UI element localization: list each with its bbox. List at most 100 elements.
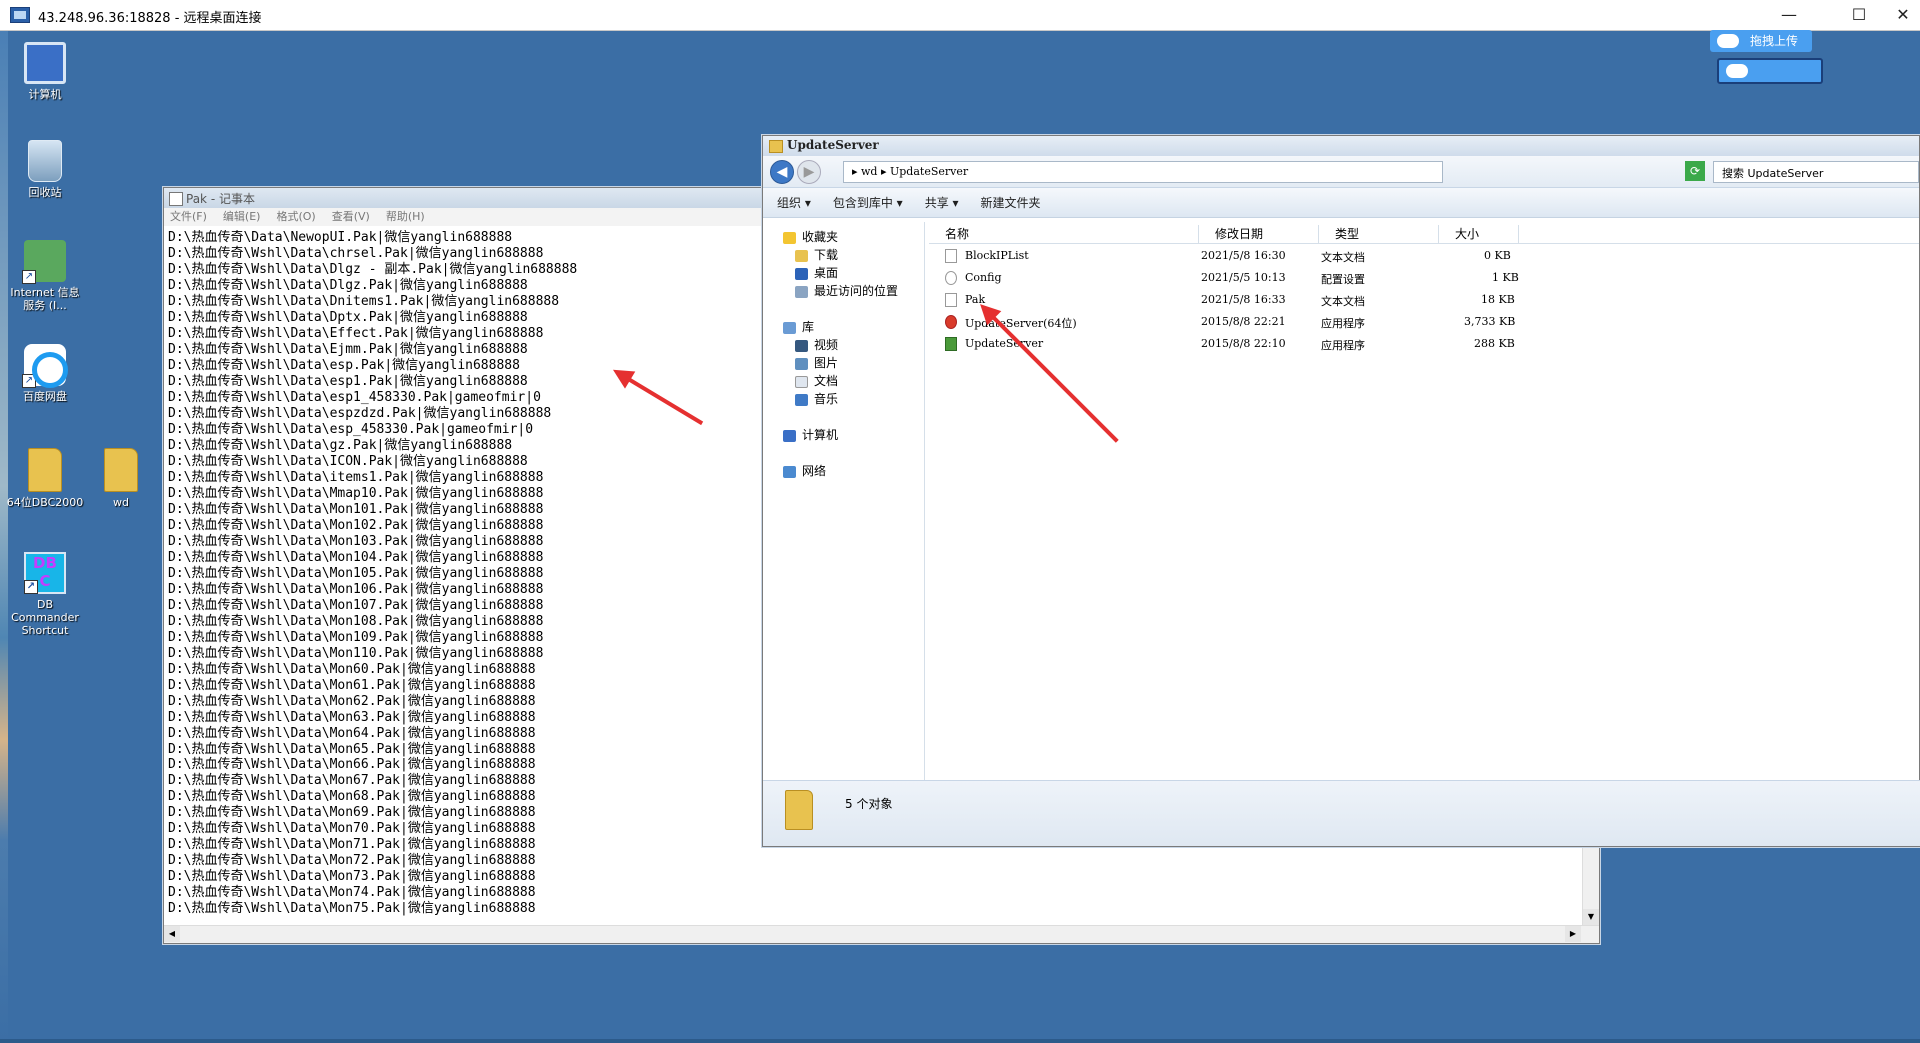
file-size: 1 KB [1492,271,1519,284]
desktop-icon-recycle-bin[interactable]: 回收站 [6,140,84,199]
column-date-modified[interactable]: 修改日期 [1199,225,1319,243]
menu-edit[interactable]: 编辑(E) [223,208,261,226]
status-item-count: 5 个对象 [845,797,893,811]
desktop-icon-folder-dbc2000[interactable]: 64位DBC2000 [6,448,84,509]
star-icon [783,231,796,244]
file-row[interactable]: UpdateServer(64位) 2015/8/8 22:21 应用程序 3,… [929,312,1529,332]
baidu-drop-zone[interactable] [1717,58,1823,84]
file-row[interactable]: Pak 2021/5/8 16:33 文本文档 18 KB [929,290,1529,310]
computer-icon [783,429,796,442]
nav-desktop[interactable]: 桌面 [795,264,838,282]
scroll-left-arrow-icon[interactable]: ◀ [164,926,180,942]
desktop-icon-folder-wd[interactable]: wd [82,448,160,509]
recycle-bin-icon [28,140,62,182]
desktop-icon-computer[interactable]: 计算机 [6,42,84,101]
notepad-horizontal-scrollbar[interactable]: ◀ ▶ [164,925,1599,943]
baidu-cloud-icon [1717,34,1739,48]
rdp-title-bar: 43.248.96.36:18828 - 远程桌面连接 — ☐ ✕ [0,0,1920,31]
rdp-app-icon [10,7,30,23]
library-icon [783,321,796,334]
nav-favorites[interactable]: 收藏夹 [783,228,838,246]
folder-icon [104,448,138,492]
file-size: 288 KB [1474,337,1515,350]
explorer-window: UpdateServer ◀ ▶ ▸ wd ▸ UpdateServer ⟳ 搜… [762,135,1920,847]
explorer-navigation-pane: 收藏夹 下载 桌面 最近访问的位置 库 视频 图片 文档 音乐 计算机 网络 [765,222,925,782]
file-list-header: 名称 修改日期 类型 大小 [929,222,1919,244]
nav-pictures[interactable]: 图片 [795,354,838,372]
desktop-icon-label: Internet 信息服务 (I... [10,286,80,312]
file-size: 0 KB [1484,249,1511,262]
nav-downloads[interactable]: 下载 [795,246,838,264]
address-path[interactable]: ▸ wd ▸ UpdateServer [843,161,1443,183]
share-button[interactable]: 共享 ▾ [925,194,959,211]
notepad-line: D:\热血传奇\Wshl\Data\Mon72.Pak|微信yanglin688… [168,853,536,869]
column-type[interactable]: 类型 [1319,225,1439,243]
desktop-icon-baidu-netdisk[interactable]: ↗ 百度网盘 [6,344,84,403]
desktop-icon-label: 计算机 [28,88,62,101]
desktop-icon-db-commander[interactable]: DB C ↗ DB Commander Shortcut [6,552,84,637]
nav-music[interactable]: 音乐 [795,390,838,408]
nav-libraries[interactable]: 库 [783,318,814,336]
nav-network[interactable]: 网络 [783,462,826,480]
organize-button[interactable]: 组织 ▾ [777,194,811,211]
search-input[interactable]: 搜索 UpdateServer [1713,161,1919,183]
explorer-address-bar: ◀ ▶ ▸ wd ▸ UpdateServer ⟳ 搜索 UpdateServe… [763,156,1919,188]
file-date: 2021/5/8 16:33 [1201,293,1286,306]
menu-format[interactable]: 格式(O) [276,208,315,226]
new-folder-button[interactable]: 新建文件夹 [981,194,1041,211]
nav-label: 文档 [814,374,839,388]
menu-help[interactable]: 帮助(H) [386,208,425,226]
explorer-status-bar: 5 个对象 [763,780,1920,846]
column-size[interactable]: 大小 [1439,225,1519,243]
db-commander-icon: DB C ↗ [24,552,66,594]
video-icon [795,339,808,352]
rdp-close-button[interactable]: ✕ [1880,3,1920,27]
explorer-title-bar[interactable]: UpdateServer [763,136,1919,156]
file-size: 3,733 KB [1464,315,1516,328]
include-in-library-button[interactable]: 包含到库中 ▾ [833,194,903,211]
desktop-icon-iis[interactable]: ↗ Internet 信息服务 (I... [6,240,84,312]
folder-icon [28,448,62,492]
nav-label: 最近访问的位置 [814,284,899,298]
file-type: 应用程序 [1321,317,1365,330]
scroll-right-arrow-icon[interactable]: ▶ [1565,926,1581,942]
desktop-icon-label: DB Commander Shortcut [11,598,79,637]
rdp-title: 43.248.96.36:18828 - 远程桌面连接 [38,11,262,26]
file-row[interactable]: BlockIPList 2021/5/8 16:30 文本文档 0 KB [929,246,1529,266]
nav-videos[interactable]: 视频 [795,336,838,354]
text-file-icon [945,249,957,263]
baidu-upload-button[interactable]: 拖拽上传 [1710,30,1812,52]
notepad-line: D:\热血传奇\Wshl\Data\Mon74.Pak|微信yanglin688… [168,885,536,901]
rdp-maximize-button[interactable]: ☐ [1836,3,1882,27]
desktop-icon-label: 64位DBC2000 [6,496,84,509]
file-type: 应用程序 [1321,339,1365,352]
nav-computer[interactable]: 计算机 [783,426,838,444]
file-row[interactable]: Config 2021/5/5 10:13 配置设置 1 KB [929,268,1529,288]
desktop-icon-label: 回收站 [28,186,62,199]
explorer-command-bar: 组织 ▾ 包含到库中 ▾ 共享 ▾ 新建文件夹 [763,188,1919,218]
forward-arrow-icon[interactable]: ▶ [797,160,821,184]
file-date: 2015/8/8 22:21 [1201,315,1286,328]
nav-recent-places[interactable]: 最近访问的位置 [795,282,898,300]
baidu-netdisk-icon: ↗ [22,344,68,388]
menu-file[interactable]: 文件(F) [170,208,207,226]
document-icon [795,375,808,388]
nav-label: 图片 [814,356,839,370]
nav-label: 视频 [814,338,839,352]
back-arrow-icon[interactable]: ◀ [770,160,794,184]
nav-label: 下载 [814,248,839,262]
iis-icon: ↗ [22,240,66,284]
nav-label: 计算机 [802,428,839,442]
scroll-down-arrow-icon[interactable]: ▼ [1583,909,1599,925]
recent-places-icon [795,285,808,298]
desktop-icon-label: 百度网盘 [23,390,67,403]
nav-documents[interactable]: 文档 [795,372,838,390]
file-type: 文本文档 [1321,251,1365,264]
network-icon [783,465,796,478]
refresh-icon[interactable]: ⟳ [1685,161,1705,181]
menu-view[interactable]: 查看(V) [332,208,370,226]
column-name[interactable]: 名称 [929,225,1199,243]
rdp-minimize-button[interactable]: — [1766,3,1812,27]
app-icon [945,315,957,329]
baidu-cloud-icon [1726,64,1748,78]
